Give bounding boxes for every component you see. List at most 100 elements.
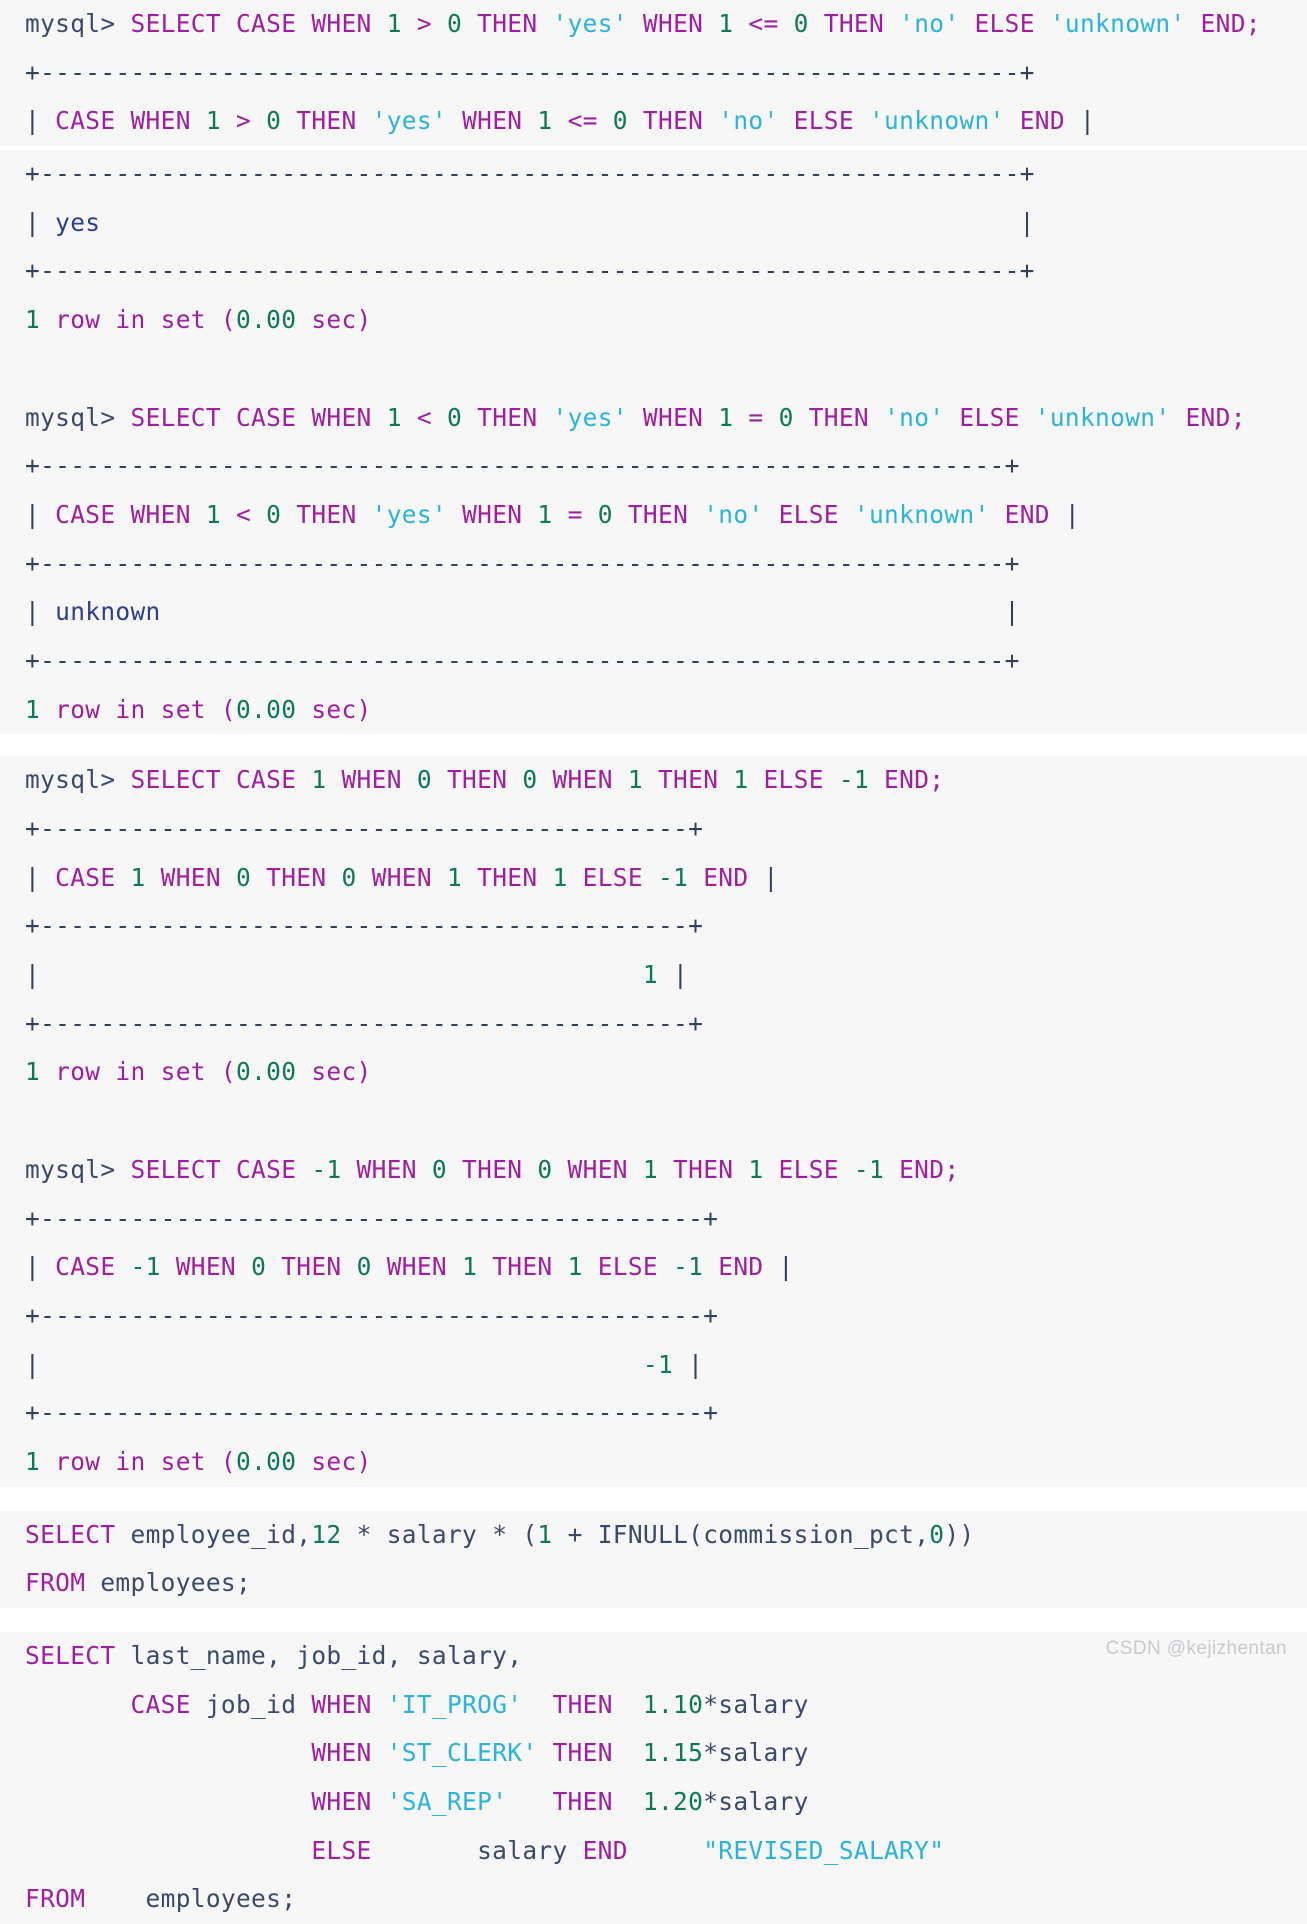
code-line: +---------------------------------------…: [0, 247, 1307, 296]
code-token: THEN: [251, 862, 342, 892]
code-token: last_name, job_id, salary,: [130, 1641, 523, 1670]
code-token: 'yes': [552, 9, 628, 38]
code-token: WHEN: [371, 1252, 463, 1282]
code-token: +---------------------------------------…: [25, 451, 1020, 481]
code-token: >: [401, 9, 447, 38]
code-token: 1: [462, 1252, 478, 1282]
code-token: employees;: [100, 1568, 252, 1598]
code-token: THEN: [462, 862, 553, 892]
code-token: 1: [627, 765, 643, 795]
code-token: ELSE: [959, 9, 1050, 38]
csdn-watermark: CSDN @kejizhentan: [1105, 1638, 1287, 1659]
code-token: ;: [929, 765, 945, 795]
code-token: 1: [130, 862, 146, 892]
code-token: |: [748, 862, 779, 892]
code-token: 1: [733, 765, 749, 795]
code-token: THEN: [462, 9, 553, 38]
code-token: CASE WHEN: [55, 106, 206, 136]
code-token: THEN: [642, 765, 734, 795]
code-token: FROM: [25, 1568, 101, 1598]
code-token: THEN: [612, 499, 704, 529]
code-token: WHEN: [311, 1738, 387, 1768]
code-token: |: [25, 1349, 41, 1379]
code-block-3: SELECT employee_id,12 * salary * (1 + IF…: [0, 1510, 1307, 1608]
code-token: CASE: [55, 862, 131, 892]
code-token: THEN: [281, 106, 372, 136]
code-token: END: [688, 862, 749, 892]
code-token: 0.00: [236, 694, 297, 724]
code-token: 1: [447, 862, 463, 892]
code-token: THEN: [446, 1154, 538, 1184]
code-token: 'unknown': [853, 499, 990, 529]
code-token: 0.00: [236, 305, 297, 335]
code-token: +---------------------------------------…: [25, 548, 1020, 578]
code-line: 1 row in set (0.00 sec): [0, 1438, 1307, 1487]
code-block-4: SELECT last_name, job_id, salary, CASE j…: [0, 1632, 1307, 1924]
code-token: mysql>: [25, 9, 131, 38]
code-token: mysql>: [25, 765, 131, 795]
code-token: employee_id,: [130, 1519, 312, 1549]
code-token: |: [25, 106, 56, 136]
code-token: sec): [296, 1446, 372, 1476]
code-token: 0: [356, 1252, 372, 1282]
code-token: 'yes': [371, 499, 447, 529]
code-line: | 1 |: [0, 951, 1307, 1000]
code-token: 1: [718, 402, 734, 432]
code-line: | CASE WHEN 1 > 0 THEN 'yes' WHEN 1 <= 0…: [0, 97, 1307, 146]
code-token: 0: [537, 1154, 553, 1184]
code-line: [0, 345, 1307, 394]
code-token: SELECT CASE: [130, 765, 312, 795]
code-token: ;: [1245, 9, 1261, 38]
code-token: +---------------------------------------…: [25, 1398, 719, 1428]
code-token: +---------------------------------------…: [25, 814, 704, 843]
code-line: [0, 1097, 1307, 1146]
code-line: mysql> SELECT CASE WHEN 1 < 0 THEN 'yes'…: [0, 394, 1307, 443]
code-token: 'IT_PROG': [386, 1689, 523, 1719]
code-token: WHEN: [341, 1154, 432, 1184]
code-token: ELSE: [944, 402, 1035, 432]
code-token: 1: [642, 960, 658, 990]
code-token: ELSE: [567, 862, 658, 892]
code-token: SELECT CASE WHEN: [130, 9, 387, 38]
code-token: +---------------------------------------…: [25, 1300, 719, 1330]
code-token: |: [25, 207, 56, 237]
code-token: ELSE: [311, 1835, 372, 1865]
code-token: 0: [597, 499, 613, 529]
code-token: -1: [130, 1252, 161, 1282]
code-token: row in set (: [40, 694, 236, 724]
code-token: THEN: [552, 1787, 613, 1817]
code-token: |: [673, 1349, 704, 1379]
code-token: 0: [793, 9, 809, 38]
code-token: 0: [431, 1154, 447, 1184]
code-token: (: [507, 1519, 538, 1549]
code-token: unknown: [55, 597, 161, 627]
code-token: |: [1064, 106, 1096, 136]
code-token: 1: [537, 106, 553, 136]
code-token: "REVISED_SALARY": [703, 1835, 945, 1865]
code-line: mysql> SELECT CASE 1 WHEN 0 THEN 0 WHEN …: [0, 756, 1307, 805]
code-token: ELSE: [778, 106, 869, 136]
code-token: THEN: [657, 1154, 749, 1184]
code-token: 0.00: [236, 1057, 297, 1087]
code-token: 1: [25, 1057, 41, 1087]
code-token: +---------------------------------------…: [25, 911, 704, 941]
code-token: WHEN: [356, 862, 447, 892]
code-token: 1.20: [642, 1787, 704, 1817]
code-token: |: [1049, 499, 1080, 529]
code-token: sec): [296, 694, 372, 724]
code-token: row in set (: [40, 1446, 236, 1476]
code-token: 1: [748, 1154, 764, 1184]
code-block-1a: mysql> SELECT CASE WHEN 1 > 0 THEN 'yes'…: [0, 0, 1307, 147]
code-token: THEN: [477, 1252, 568, 1282]
code-line: | unknown |: [0, 588, 1307, 637]
code-line: FROM employees;: [0, 1875, 1307, 1924]
code-token: |: [100, 207, 1035, 237]
code-token: CASE WHEN: [55, 499, 206, 529]
code-token: job_id: [205, 1689, 312, 1719]
code-line: ELSE salary END "REVISED_SALARY": [0, 1827, 1307, 1876]
code-token: END: [884, 1154, 945, 1184]
